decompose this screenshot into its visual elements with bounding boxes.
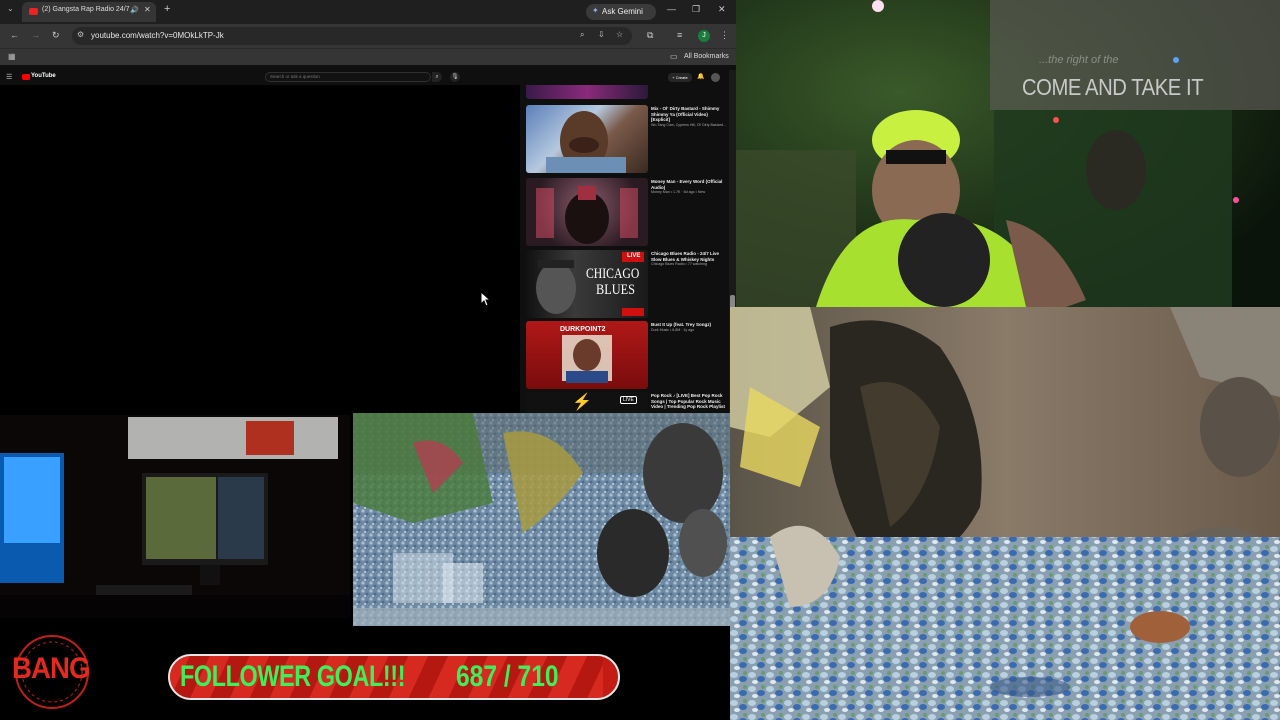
bookmarks-bar: ▦ ▭ All Bookmarks <box>0 48 736 65</box>
video-thumbnail[interactable]: ⚡ LIVE <box>526 392 648 415</box>
sign-text: COME AND TAKE IT <box>1022 74 1204 100</box>
video-player[interactable] <box>0 85 520 415</box>
partial-thumbnail[interactable] <box>526 85 648 99</box>
video-thumbnail[interactable] <box>526 178 648 246</box>
fish-tank-scene <box>730 307 1280 720</box>
folder-icon: ▭ <box>670 52 678 61</box>
video-title[interactable]: Pop Rock ♪ [LIVE] Best Pop Rock Songs | … <box>651 393 727 410</box>
tab-search-chevron-icon[interactable]: ⌄ <box>7 4 14 13</box>
live-badge: LIVE <box>627 253 641 259</box>
tab-youtube[interactable]: (2) Gangsta Rap Radio 24/7 🔊 ✕ <box>22 2 156 22</box>
bang-logo-text: BANG <box>12 652 91 685</box>
thumbnail-text: BLUES <box>596 282 635 298</box>
search-placeholder: Search or ask a question <box>270 74 320 79</box>
thumbnail-text: DURKPOINT2 <box>560 326 606 333</box>
video-title[interactable]: Mix - Ol' Dirty Bastard - Shimmy Shimmy … <box>651 106 727 123</box>
goal-label: FOLLOWER GOAL!!! <box>180 660 406 693</box>
fish-tank-scene <box>353 413 730 626</box>
sparkle-icon: ✦ <box>592 6 599 15</box>
minimize-icon[interactable]: — <box>667 4 676 14</box>
video-thumbnail[interactable]: DURKPOINT2 <box>526 321 648 389</box>
youtube-logo-text: YouTube <box>31 73 56 79</box>
video-thumbnail[interactable] <box>526 105 648 173</box>
video-title[interactable]: Chicago Blues Radio - 24/7 Live Slow Blu… <box>651 251 727 262</box>
recommendations-list: Mix - Ol' Dirty Bastard - Shimmy Shimmy … <box>526 85 728 415</box>
video-channel: Wu-Tang Clan, Cypress Hill, Ol' Dirty Ba… <box>651 122 726 127</box>
site-info-icon[interactable]: ⚙ <box>77 30 84 39</box>
fish-tank-camera-right <box>730 307 1280 720</box>
list-item[interactable]: Money Man - Every Word (Official Audio) … <box>526 178 728 248</box>
youtube-logo-icon[interactable] <box>22 74 30 80</box>
browser-window: ⌄ (2) Gangsta Rap Radio 24/7 🔊 ✕ + ✦ Ask… <box>0 0 736 415</box>
list-item[interactable]: DURKPOINT2 Bust It Up (feat. Trey Songz)… <box>526 321 728 391</box>
youtube-search-input[interactable]: Search or ask a question <box>265 72 431 82</box>
video-thumbnail[interactable]: LIVE CHICAGO BLUES <box>526 250 648 318</box>
extensions-icon[interactable]: ⧉ <box>647 30 653 41</box>
maximize-icon[interactable]: ❐ <box>692 4 700 15</box>
back-icon[interactable]: ← <box>10 30 19 40</box>
youtube-page: ☰ YouTube Search or ask a question ⌕ 🎙 +… <box>0 65 736 415</box>
bookmark-star-icon[interactable]: ☆ <box>616 30 623 39</box>
new-tab-icon[interactable]: + <box>164 3 170 15</box>
microphone-icon[interactable]: 🎙 <box>450 72 460 82</box>
video-title[interactable]: Money Man - Every Word (Official Audio) <box>651 179 727 190</box>
follower-goal-bar: FOLLOWER GOAL!!! 687 / 710 <box>168 654 620 700</box>
browser-toolbar: ← → ↻ ⚙ youtube.com/watch?v=0MOkLkTP-Jk … <box>0 24 736 48</box>
fish-tank-camera-left <box>353 413 730 626</box>
stream-layout: ⌄ (2) Gangsta Rap Radio 24/7 🔊 ✕ + ✦ Ask… <box>0 0 1280 720</box>
media-control-icon[interactable]: ≡ <box>677 30 682 40</box>
live-badge: LIVE <box>620 396 637 404</box>
list-item[interactable]: Mix - Ol' Dirty Bastard - Shimmy Shimmy … <box>526 105 728 175</box>
gemini-label: Ask Gemini <box>602 7 643 16</box>
thumbnail-art <box>536 186 638 244</box>
speaker-icon[interactable]: 🔊 <box>130 6 139 14</box>
video-channel: Money Man • 1.7K · 6d ago • New <box>651 190 706 195</box>
list-item[interactable]: ⚡ LIVE Pop Rock ♪ [LIVE] Best Pop Rock S… <box>526 392 728 415</box>
thumbnail-text: CHICAGO <box>586 266 640 282</box>
close-tab-icon[interactable]: ✕ <box>144 5 151 14</box>
search-icon[interactable]: ⌕ <box>432 72 442 82</box>
sign-text: ...the right of the <box>1039 54 1119 66</box>
goal-count: 687 / 710 <box>456 660 559 693</box>
forward-icon[interactable]: → <box>31 30 40 40</box>
video-channel: Durk Music • 6.8M · 1y ago <box>651 327 695 332</box>
studio-scene <box>0 415 350 618</box>
address-bar[interactable]: ⚙ youtube.com/watch?v=0MOkLkTP-Jk ⌕ ⇩ ☆ <box>72 27 632 45</box>
url-text: youtube.com/watch?v=0MOkLkTP-Jk <box>91 31 224 40</box>
notification-bell-icon[interactable]: 🔔 <box>697 73 704 80</box>
tab-strip: ⌄ (2) Gangsta Rap Radio 24/7 🔊 ✕ + ✦ Ask… <box>0 0 736 24</box>
apps-grid-icon[interactable]: ▦ <box>8 52 16 61</box>
account-avatar[interactable] <box>711 73 720 82</box>
install-icon[interactable]: ⇩ <box>598 30 605 39</box>
mouse-cursor-icon <box>480 291 492 307</box>
all-bookmarks-link[interactable]: All Bookmarks <box>684 53 729 60</box>
lightning-icon: ⚡ <box>572 394 592 411</box>
menu-dots-icon[interactable]: ⋮ <box>720 30 729 41</box>
ask-gemini-button[interactable]: ✦ Ask Gemini <box>586 4 656 20</box>
close-window-icon[interactable]: ✕ <box>718 4 726 15</box>
video-channel: Chicago Blues Radio • 77 watching <box>651 262 707 267</box>
youtube-favicon-icon <box>29 8 38 15</box>
studio-camera-feed <box>0 415 350 618</box>
zoom-icon[interactable]: ⌕ <box>580 30 584 40</box>
tab-title: (2) Gangsta Rap Radio 24/7 <box>42 6 130 13</box>
hamburger-menu-icon[interactable]: ☰ <box>6 73 12 81</box>
list-item[interactable]: LIVE CHICAGO BLUES Chicago Blues Radio -… <box>526 250 728 320</box>
webcam-scene <box>736 0 1280 307</box>
thumbnail-art <box>546 111 626 173</box>
create-button[interactable]: + Create <box>668 73 692 82</box>
reload-icon[interactable]: ↻ <box>52 30 60 41</box>
profile-avatar[interactable]: J <box>698 30 710 42</box>
webcam-feed: ...the right of the COME AND TAKE IT <box>736 0 1280 307</box>
